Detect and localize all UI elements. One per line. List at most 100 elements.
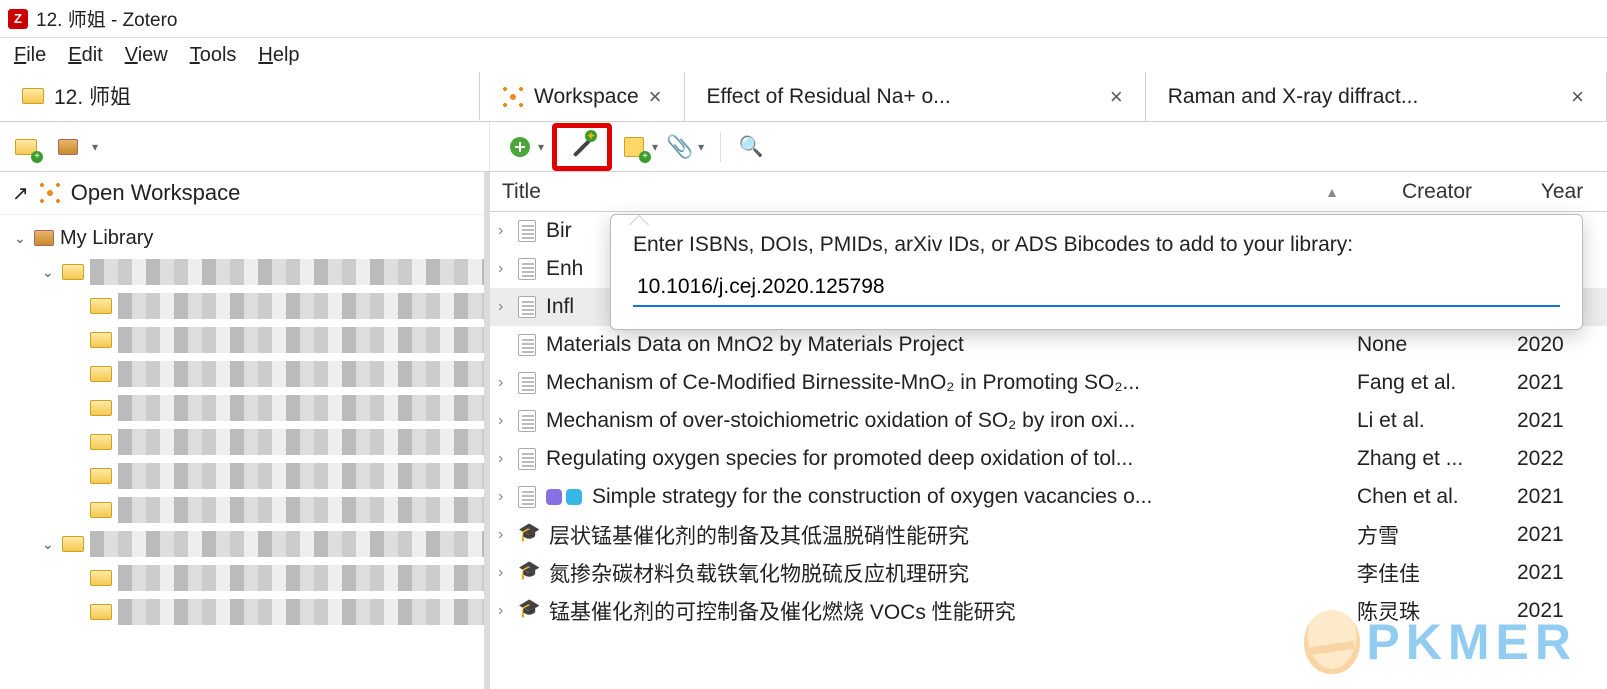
add-attachment-button[interactable]: 📎 <box>666 134 694 160</box>
chevron-right-icon[interactable]: › <box>498 526 518 544</box>
tree-row[interactable] <box>0 459 484 493</box>
network-icon <box>39 182 61 204</box>
chevron-down-icon[interactable]: ⌄ <box>42 536 56 553</box>
tree-row[interactable] <box>0 391 484 425</box>
chevron-right-icon[interactable]: › <box>498 602 518 620</box>
column-year[interactable]: Year <box>1517 180 1607 204</box>
tree-row[interactable]: ⌄ <box>0 255 484 289</box>
tree-row[interactable] <box>0 289 484 323</box>
menu-help[interactable]: Help <box>258 44 299 67</box>
chevron-right-icon[interactable]: › <box>498 260 518 278</box>
open-workspace-link[interactable]: ↗ Open Workspace <box>0 172 484 215</box>
chevron-right-icon[interactable]: › <box>498 298 518 316</box>
redacted-label <box>118 361 484 387</box>
table-row[interactable]: ›锰基催化剂的可控制备及催化燃烧 VOCs 性能研究陈灵珠2021 <box>490 592 1607 630</box>
chevron-down-icon[interactable]: ▾ <box>652 140 658 154</box>
chevron-right-icon[interactable]: › <box>498 412 518 430</box>
magic-wand-icon <box>569 134 595 160</box>
chevron-right-icon[interactable]: › <box>498 374 518 392</box>
items-pane: Title ▲ Creator Year ›Bir›Enh›InflMateri… <box>490 172 1607 689</box>
tab-label: Workspace <box>534 85 639 109</box>
tree-row[interactable] <box>0 357 484 391</box>
folder-icon <box>62 264 84 280</box>
menu-tools[interactable]: Tools <box>190 44 237 67</box>
new-library-button[interactable] <box>54 134 82 160</box>
collection-tree[interactable]: ⌄ My Library ⌄ ⌄ <box>0 215 484 635</box>
column-creator[interactable]: Creator <box>1357 180 1517 204</box>
folder-icon <box>90 366 112 382</box>
item-year: 2021 <box>1517 599 1607 623</box>
document-icon <box>518 296 536 318</box>
item-year: 2022 <box>1517 447 1607 471</box>
item-creator: 李佳佳 <box>1357 558 1517 588</box>
close-icon[interactable]: × <box>649 84 662 110</box>
new-collection-button[interactable] <box>12 134 40 160</box>
toolbar-right: ▾ ▾ 📎 ▾ 🔍 <box>490 122 1607 171</box>
table-row[interactable]: ›Mechanism of Ce-Modified Birnessite-MnO… <box>490 364 1607 402</box>
table-row[interactable]: ›Mechanism of over-stoichiometric oxidat… <box>490 402 1607 440</box>
table-row[interactable]: › Simple strategy for the construction of… <box>490 478 1607 516</box>
identifier-input[interactable] <box>633 269 1560 307</box>
external-link-icon: ↗ <box>12 181 29 206</box>
menu-edit[interactable]: Edit <box>68 44 102 67</box>
column-title[interactable]: Title ▲ <box>498 180 1357 204</box>
folder-icon <box>90 468 112 484</box>
redacted-label <box>90 531 484 557</box>
item-year: 2021 <box>1517 409 1607 433</box>
document-icon <box>518 486 536 508</box>
chevron-right-icon[interactable]: › <box>498 564 518 582</box>
toolbar: ▾ ▾ ▾ 📎 ▾ 🔍 <box>0 122 1607 172</box>
item-year: 2021 <box>1517 523 1607 547</box>
folder-icon <box>22 88 44 104</box>
chevron-down-icon[interactable]: ▾ <box>698 140 704 154</box>
item-title: Simple strategy for the construction of … <box>592 485 1357 509</box>
tab-label: Raman and X-ray diffract... <box>1168 85 1419 109</box>
tree-row[interactable] <box>0 323 484 357</box>
document-icon <box>518 334 536 356</box>
tab-document-1[interactable]: Effect of Residual Na+ o... × <box>685 72 1146 121</box>
close-icon[interactable]: × <box>1110 84 1123 110</box>
chevron-down-icon[interactable]: ⌄ <box>42 264 56 281</box>
table-row[interactable]: ›层状锰基催化剂的制备及其低温脱硝性能研究方雪2021 <box>490 516 1607 554</box>
add-by-identifier-button[interactable] <box>552 123 612 171</box>
new-note-button[interactable] <box>620 134 648 160</box>
menu-file[interactable]: File <box>14 44 46 67</box>
chevron-right-icon[interactable]: › <box>498 222 518 240</box>
tree-row[interactable] <box>0 561 484 595</box>
item-title: 锰基催化剂的可控制备及催化燃烧 VOCs 性能研究 <box>549 596 1357 626</box>
item-creator: Zhang et ... <box>1357 447 1517 471</box>
folder-icon <box>90 332 112 348</box>
chevron-down-icon[interactable]: ▾ <box>92 140 98 154</box>
item-creator: Chen et al. <box>1357 485 1517 509</box>
document-icon <box>518 372 536 394</box>
document-icon <box>518 448 536 470</box>
chevron-right-icon[interactable]: › <box>498 488 518 506</box>
tree-row[interactable] <box>0 425 484 459</box>
chevron-down-icon[interactable]: ▾ <box>538 140 544 154</box>
tab-workspace[interactable]: Workspace × <box>480 72 685 121</box>
advanced-search-button[interactable]: 🔍 <box>737 134 765 160</box>
table-row[interactable]: ›Regulating oxygen species for promoted … <box>490 440 1607 478</box>
table-row[interactable]: ›氮掺杂碳材料负载铁氧化物脱硫反应机理研究李佳佳2021 <box>490 554 1607 592</box>
graduation-cap-icon <box>518 562 540 584</box>
tree-my-library[interactable]: ⌄ My Library <box>0 221 484 255</box>
new-item-button[interactable] <box>506 134 534 160</box>
item-creator: 方雪 <box>1357 520 1517 550</box>
tab-document-2[interactable]: Raman and X-ray diffract... × <box>1146 72 1607 121</box>
item-year: 2021 <box>1517 371 1607 395</box>
tab-library[interactable]: 12. 师姐 <box>0 72 480 121</box>
collections-pane: ↗ Open Workspace ⌄ My Library ⌄ ⌄ <box>0 172 490 689</box>
toolbar-left: ▾ <box>0 122 490 171</box>
menu-view[interactable]: View <box>125 44 168 67</box>
tree-row[interactable] <box>0 595 484 629</box>
chevron-down-icon[interactable]: ⌄ <box>14 230 28 247</box>
tree-row[interactable] <box>0 493 484 527</box>
redacted-label <box>118 599 484 625</box>
popover-label: Enter ISBNs, DOIs, PMIDs, arXiv IDs, or … <box>633 233 1560 257</box>
tree-row[interactable]: ⌄ <box>0 527 484 561</box>
close-icon[interactable]: × <box>1571 84 1584 110</box>
chevron-right-icon[interactable]: › <box>498 450 518 468</box>
table-row[interactable]: Materials Data on MnO2 by Materials Proj… <box>490 326 1607 364</box>
item-creator: Fang et al. <box>1357 371 1517 395</box>
document-icon <box>518 258 536 280</box>
